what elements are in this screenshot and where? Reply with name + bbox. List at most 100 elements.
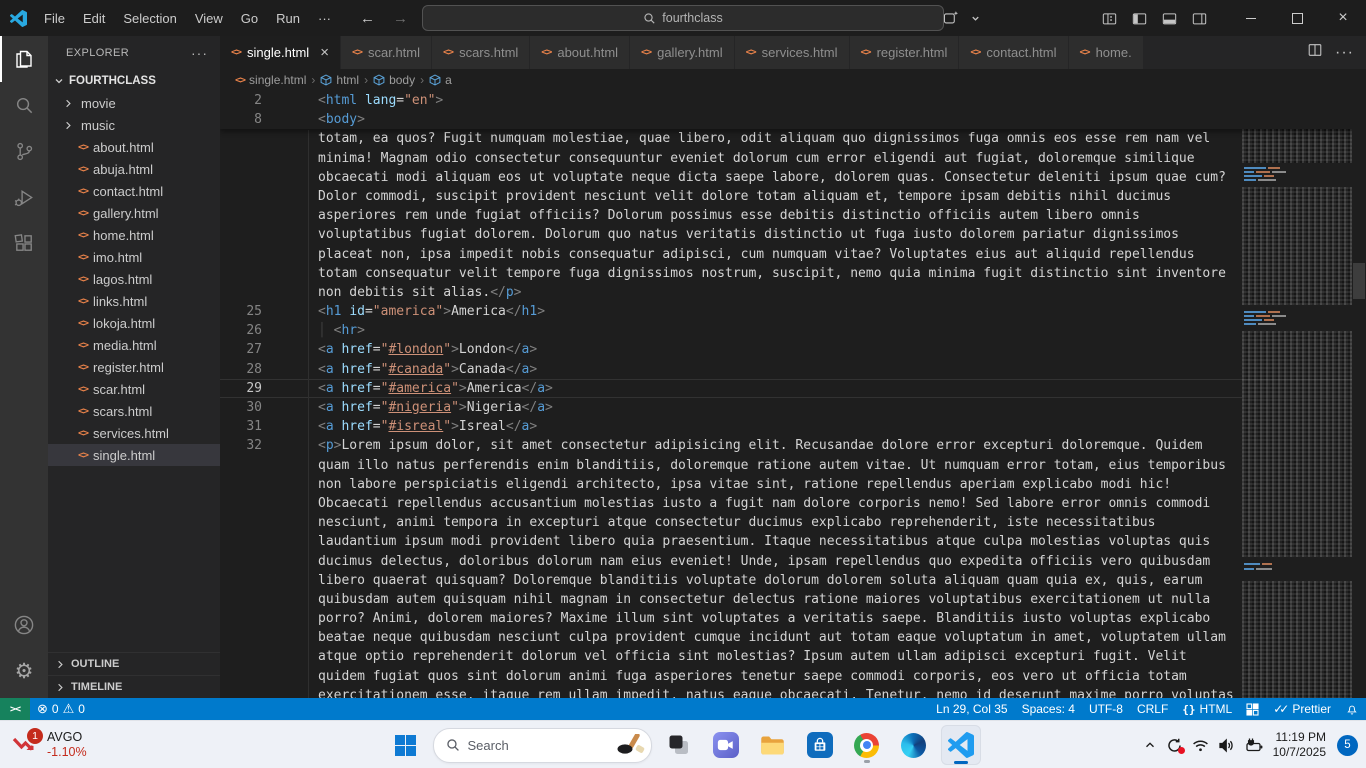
- line-number[interactable]: [220, 494, 262, 513]
- breadcrumb-item-single-html[interactable]: <>single.html: [235, 73, 306, 87]
- sync-update-icon[interactable]: [1166, 737, 1183, 754]
- line-number[interactable]: [220, 187, 262, 206]
- code-line[interactable]: totam, ea quos? Fugit numquam molestiae,…: [220, 129, 1366, 148]
- code-line[interactable]: placeat non, ipsa impedit nobis consequa…: [220, 245, 1366, 264]
- line-number[interactable]: [220, 475, 262, 494]
- code-line[interactable]: quam illo natus perferendis enim blandit…: [220, 456, 1366, 475]
- code-line[interactable]: 32<p>Lorem ipsum dolor, sit amet consect…: [220, 436, 1366, 455]
- file-item-abuja-html[interactable]: <>abuja.html: [48, 158, 220, 180]
- vscode-taskbar-icon[interactable]: [941, 725, 981, 765]
- line-number[interactable]: [220, 283, 262, 302]
- file-explorer-icon[interactable]: [753, 725, 793, 765]
- run-debug-icon[interactable]: [0, 174, 48, 220]
- battery-charging-icon[interactable]: [1244, 737, 1264, 753]
- source-control-icon[interactable]: [0, 128, 48, 174]
- chevron-down-icon[interactable]: [966, 0, 984, 36]
- cursor-position[interactable]: Ln 29, Col 35: [929, 698, 1014, 720]
- line-number[interactable]: [220, 149, 262, 168]
- line-number[interactable]: [220, 647, 262, 666]
- line-number[interactable]: 30: [220, 398, 262, 417]
- code-line[interactable]: porro? Animi, dolorem maiores? Maxime il…: [220, 609, 1366, 628]
- menu-selection[interactable]: Selection: [114, 0, 185, 36]
- start-button[interactable]: [386, 725, 426, 765]
- code-line[interactable]: asperiores rem unde fugiat officiis? Dol…: [220, 206, 1366, 225]
- file-item-media-html[interactable]: <>media.html: [48, 334, 220, 356]
- workspace-root-folder[interactable]: FOURTHCLASS: [48, 70, 220, 92]
- back-button[interactable]: ←: [360, 10, 375, 27]
- microsoft-store-icon[interactable]: [800, 725, 840, 765]
- volume-icon[interactable]: [1218, 738, 1235, 753]
- code-line[interactable]: quibusdam autem quisquam nihil magnam in…: [220, 590, 1366, 609]
- code-line[interactable]: voluptatibus fugiat dolorem. Dolorum quo…: [220, 225, 1366, 244]
- wifi-icon[interactable]: [1192, 738, 1209, 753]
- line-number[interactable]: 31: [220, 417, 262, 436]
- line-number[interactable]: 29: [220, 379, 262, 398]
- code-line[interactable]: quidem fugiat quos sint dolorum animi fu…: [220, 667, 1366, 686]
- line-number[interactable]: [220, 532, 262, 551]
- formatter-status[interactable]: ✓✓ Prettier: [1266, 698, 1338, 720]
- chat-app-icon[interactable]: [706, 725, 746, 765]
- code-line[interactable]: atque optio reprehenderit dolorum vel of…: [220, 647, 1366, 666]
- code-line[interactable]: 27<a href="#london">London</a>: [220, 340, 1366, 359]
- tab-scar-html[interactable]: <>scar.html: [341, 36, 432, 69]
- explorer-icon[interactable]: [0, 36, 48, 82]
- line-number[interactable]: [220, 245, 262, 264]
- file-item-lokoja-html[interactable]: <>lokoja.html: [48, 312, 220, 334]
- code-line[interactable]: minima! Magnam odio consectetur consequu…: [220, 149, 1366, 168]
- code-line[interactable]: 26│ <hr>: [220, 321, 1366, 340]
- line-number[interactable]: [220, 628, 262, 647]
- code-line[interactable]: nesciunt, animi tempora in excepturi atq…: [220, 513, 1366, 532]
- file-item-links-html[interactable]: <>links.html: [48, 290, 220, 312]
- taskbar-search[interactable]: Search: [433, 728, 652, 763]
- line-number[interactable]: [220, 552, 262, 571]
- file-item-register-html[interactable]: <>register.html: [48, 356, 220, 378]
- more-actions-icon[interactable]: ···: [1335, 44, 1354, 62]
- indentation-setting[interactable]: Spaces: 4: [1015, 698, 1082, 720]
- outline-panel-header[interactable]: OUTLINE: [48, 652, 220, 675]
- line-number[interactable]: [220, 571, 262, 590]
- command-center-search[interactable]: fourthclass: [422, 5, 944, 31]
- code-line[interactable]: libero quaerat quisquam? Doloremque blan…: [220, 571, 1366, 590]
- line-number[interactable]: 28: [220, 360, 262, 379]
- ports-icon[interactable]: [1239, 698, 1266, 720]
- editor-scrollbar[interactable]: [1352, 91, 1366, 698]
- split-editor-icon[interactable]: [1307, 42, 1323, 63]
- file-item-home-html[interactable]: <>home.html: [48, 224, 220, 246]
- menu-file[interactable]: File: [35, 0, 74, 36]
- folder-item-movie[interactable]: movie: [48, 92, 220, 114]
- close-button[interactable]: ×: [1320, 0, 1366, 36]
- tab-single-html[interactable]: <>single.html×: [220, 36, 341, 69]
- language-mode[interactable]: {} HTML: [1175, 698, 1239, 720]
- code-line[interactable]: 25<h1 id="america">America</h1>: [220, 302, 1366, 321]
- menu-more[interactable]: ···: [309, 0, 340, 36]
- code-line[interactable]: totam consequatur velit tempore fuga dig…: [220, 264, 1366, 283]
- customize-layout-icon[interactable]: [1094, 0, 1124, 36]
- line-number[interactable]: 2: [220, 91, 262, 110]
- breadcrumb-item-html[interactable]: html: [320, 73, 359, 87]
- edge-icon[interactable]: [894, 725, 934, 765]
- notifications-bell-icon[interactable]: [1338, 698, 1366, 720]
- remote-indicator[interactable]: ><: [0, 698, 30, 720]
- line-number[interactable]: 32: [220, 436, 262, 455]
- line-number[interactable]: 27: [220, 340, 262, 359]
- task-view-button[interactable]: [659, 725, 699, 765]
- line-number[interactable]: [220, 168, 262, 187]
- line-number[interactable]: [220, 513, 262, 532]
- menu-run[interactable]: Run: [267, 0, 309, 36]
- line-number[interactable]: [220, 590, 262, 609]
- tab-scars-html[interactable]: <>scars.html: [432, 36, 530, 69]
- line-number[interactable]: [220, 609, 262, 628]
- code-line[interactable]: 30<a href="#nigeria">Nigeria</a>: [220, 398, 1366, 417]
- tab-register-html[interactable]: <>register.html: [850, 36, 960, 69]
- code-line[interactable]: laudantium ipsum modi provident libero q…: [220, 532, 1366, 551]
- breadcrumb-item-a[interactable]: a: [429, 73, 452, 87]
- code-editor[interactable]: 2<html lang="en">8<body> totam, ea quos?…: [220, 91, 1366, 698]
- line-number[interactable]: [220, 129, 262, 148]
- search-sidebar-icon[interactable]: [0, 82, 48, 128]
- line-number[interactable]: [220, 264, 262, 283]
- notification-badge[interactable]: 5: [1337, 735, 1358, 756]
- menu-edit[interactable]: Edit: [74, 0, 114, 36]
- file-item-lagos-html[interactable]: <>lagos.html: [48, 268, 220, 290]
- toggle-primary-sidebar-icon[interactable]: [1124, 0, 1154, 36]
- tab-home[interactable]: <>home.: [1069, 36, 1143, 69]
